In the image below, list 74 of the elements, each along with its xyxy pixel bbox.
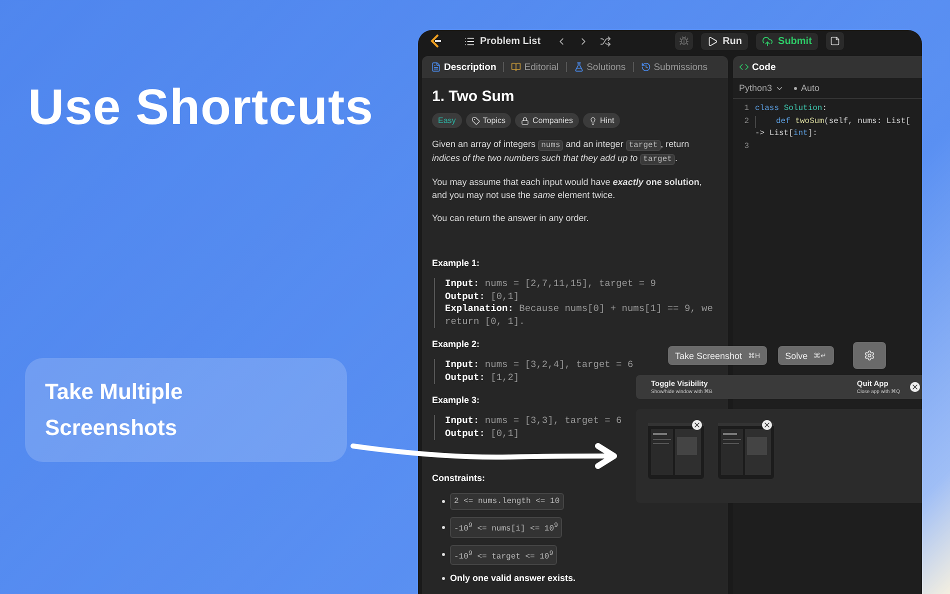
bullet-dot [442, 553, 445, 556]
description-paragraph: You may assume that each input would have exactly one solution, and you may not use the same element twice. [432, 176, 703, 202]
bug-icon [678, 36, 689, 46]
problem-title: 1. Two Sum [432, 90, 516, 103]
example-line: Output: [0,1] [445, 290, 520, 303]
logo-icon [430, 34, 442, 48]
settings-icon [864, 350, 875, 361]
tag-chip[interactable]: Topics [466, 113, 512, 128]
example-title: Example 1: [432, 257, 481, 270]
book-icon [511, 62, 522, 72]
note-button[interactable] [826, 32, 844, 50]
example-line: Explanation: Because nums[0] + nums[1] == 9, we return [0, 1]. [445, 303, 714, 328]
remove-screenshot-button[interactable] [692, 420, 702, 430]
line-number: 1 [743, 103, 749, 115]
close-icon [911, 383, 919, 391]
list-icon [464, 36, 475, 46]
lock-icon [521, 116, 530, 124]
line-number: 2 [743, 116, 749, 128]
remove-screenshot-button[interactable] [762, 420, 772, 430]
screenshot-thumbnail[interactable] [718, 423, 774, 479]
example-title: Example 2: [432, 338, 481, 351]
constraint-text: Only one valid answer exists. [450, 572, 576, 586]
bullet-dot [442, 526, 445, 529]
auto-mode-label: Auto [801, 83, 820, 93]
constraint-code: -10$^{9}$ <= nums[i] <= 10$^{9}$ [450, 517, 562, 538]
feature-text: Take Multiple Screenshots [45, 378, 184, 442]
panel-tab[interactable]: Editorial [508, 60, 562, 74]
problem-list-button[interactable]: Problem List [458, 32, 547, 50]
code-line: -> List[int]: [755, 128, 818, 140]
tag-chip[interactable]: Companies [515, 113, 579, 128]
code-panel-title: Code [752, 62, 776, 72]
description-paragraph: Given an array of integers nums and an integer target , return indices of the two numbers such that they add up to target . [432, 138, 690, 166]
code-icon [739, 62, 749, 72]
shuffle-button[interactable] [598, 34, 613, 48]
bullet-dot [442, 500, 445, 503]
constraints-title: Constraints: [432, 472, 486, 485]
panel-tab[interactable]: Description [428, 60, 500, 74]
flask-icon [574, 62, 584, 72]
dot-icon [794, 86, 798, 90]
note-icon [830, 36, 840, 46]
debug-button[interactable] [674, 32, 693, 50]
panel-tab[interactable]: Solutions [570, 60, 629, 74]
document-icon [431, 62, 441, 72]
code-line: class Solution: [755, 103, 828, 115]
play-icon [706, 36, 718, 46]
history-icon [640, 62, 651, 72]
close-icon [763, 421, 771, 429]
example-line: Output: [0,1] [445, 428, 520, 440]
code-line: def twoSum(self, nums: List[ [755, 116, 910, 128]
language-select[interactable]: Python3 [739, 83, 784, 93]
tag-icon [472, 116, 480, 124]
bullet-dot [442, 577, 445, 580]
difficulty-label: Easy [432, 113, 462, 128]
headline: Use Shortcuts [28, 78, 374, 136]
example-line: Output: [1,2] [445, 372, 520, 384]
example-title: Example 3: [432, 394, 481, 407]
submit-button[interactable]: Submit [756, 32, 818, 50]
constraint-code: -10$^{9}$ <= target <= 10$^{9}$ [450, 544, 558, 566]
example-line: Input: nums = [3,2,4], target = 6 [445, 359, 634, 372]
line-number: 3 [743, 140, 749, 152]
description-paragraph: You can return the answer in any order. [432, 212, 590, 225]
shuffle-icon [600, 36, 612, 46]
constraint-code: 2 <= nums.length <= 10 [450, 493, 564, 510]
example-line: Input: nums = [2,7,11,15], target = 9 [445, 278, 656, 290]
close-icon [693, 421, 701, 429]
close-button[interactable] [910, 382, 920, 392]
cloud-upload-icon [762, 36, 774, 46]
settings-button[interactable] [852, 342, 886, 369]
lightbulb-icon [588, 116, 597, 124]
screenshot-thumbnail[interactable] [648, 423, 704, 479]
panel-tab[interactable]: Submissions [638, 60, 711, 74]
tag-chip[interactable]: Hint [582, 113, 620, 128]
run-button[interactable]: Run [700, 32, 748, 50]
example-line: Input: nums = [3,3], target = 6 [445, 415, 622, 428]
